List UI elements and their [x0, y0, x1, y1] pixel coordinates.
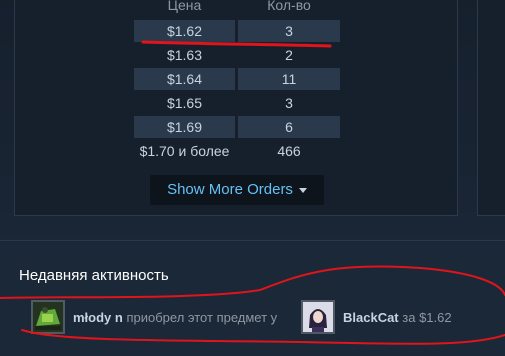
order-price: $1.70 и более	[139, 143, 230, 159]
caret-down-icon	[298, 187, 307, 193]
seller-avatar[interactable]	[301, 300, 335, 334]
order-price: $1.65	[166, 95, 203, 111]
quantity-column-header: Кол-во	[267, 0, 311, 13]
order-price: $1.69	[134, 116, 235, 138]
section-divider	[0, 240, 505, 241]
order-row: $1.64 11	[134, 68, 340, 90]
order-row: $1.70 и более 466	[134, 140, 340, 162]
buyer-avatar-image	[33, 302, 63, 332]
order-row: $1.69 6	[134, 116, 340, 138]
side-panel	[477, 0, 505, 216]
order-quantity: 3	[238, 20, 340, 42]
order-price: $1.64	[134, 68, 235, 90]
buyer-avatar[interactable]	[31, 300, 65, 334]
order-row: $1.62 3	[134, 20, 340, 42]
price-column-header: Цена	[167, 0, 202, 13]
order-price: $1.62	[134, 20, 235, 42]
order-quantity: 466	[277, 143, 301, 159]
recent-activity-title: Недавняя активность	[19, 267, 169, 284]
order-row: $1.63 2	[134, 44, 340, 66]
buyer-name-link[interactable]: młody n	[73, 310, 123, 325]
order-quantity: 3	[285, 95, 293, 111]
activity-action-text: приобрел этот предмет у	[126, 310, 278, 325]
activity-entry: młody n приобрел этот предмет у BlackCat…	[31, 300, 491, 338]
order-quantity: 2	[285, 47, 293, 63]
show-more-orders-label: Show More Orders	[167, 181, 293, 198]
order-price: $1.63	[166, 47, 203, 63]
order-quantity: 11	[238, 68, 340, 90]
show-more-orders-button[interactable]: Show More Orders	[150, 175, 324, 205]
order-row: $1.65 3	[134, 92, 340, 114]
seller-avatar-image	[303, 302, 333, 332]
activity-price-text: за $1.62	[402, 310, 452, 325]
activity-text-buyer: młody n приобрел этот предмет у	[73, 310, 277, 325]
order-quantity: 6	[238, 116, 340, 138]
activity-text-seller: BlackCat за $1.62	[343, 310, 452, 325]
seller-name-link[interactable]: BlackCat	[343, 310, 399, 325]
